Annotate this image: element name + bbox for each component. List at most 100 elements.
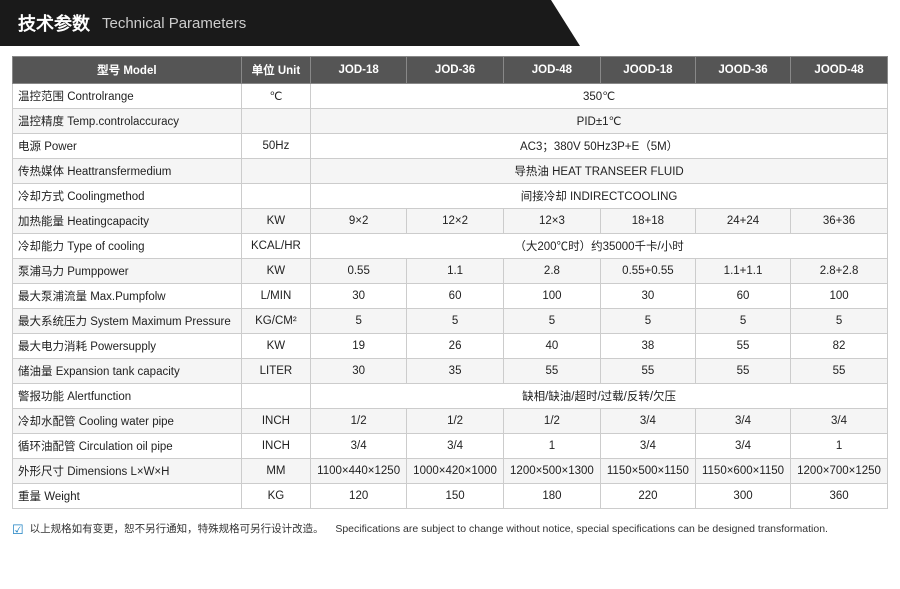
value-cell: 55 — [695, 334, 790, 359]
unit-cell: MM — [241, 459, 310, 484]
unit-cell: KW — [241, 259, 310, 284]
col-header-0: 型号 Model — [13, 57, 242, 84]
value-cell: 40 — [504, 334, 601, 359]
table-row: 冷却水配管 Cooling water pipeINCH1/21/21/23/4… — [13, 409, 888, 434]
table-row: 电源 Power50HzAC3；380V 50Hz3P+E（5M） — [13, 134, 888, 159]
table-row: 加热能量 HeatingcapacityKW9×212×212×318+1824… — [13, 209, 888, 234]
value-cell: 0.55 — [311, 259, 407, 284]
value-cell: 5 — [311, 309, 407, 334]
param-name-cell: 最大系统压力 System Maximum Pressure — [13, 309, 242, 334]
col-header-4: JOD-48 — [504, 57, 601, 84]
table-header-row: 型号 Model单位 UnitJOD-18JOD-36JOD-48JOOD-18… — [13, 57, 888, 84]
value-cell: 1200×500×1300 — [504, 459, 601, 484]
col-header-2: JOD-18 — [311, 57, 407, 84]
value-cell: 18+18 — [600, 209, 695, 234]
value-cell: 5 — [407, 309, 504, 334]
param-name-cell: 储油量 Expansion tank capacity — [13, 359, 242, 384]
value-cell: 3/4 — [695, 434, 790, 459]
unit-cell: ℃ — [241, 84, 310, 109]
value-cell: 38 — [600, 334, 695, 359]
table-row: 温控范围 Controlrange℃350℃ — [13, 84, 888, 109]
param-name-cell: 温控范围 Controlrange — [13, 84, 242, 109]
table-row: 传热媒体 Heattransfermedium导热油 HEAT TRANSEER… — [13, 159, 888, 184]
value-cell: 1 — [504, 434, 601, 459]
parameters-table: 型号 Model单位 UnitJOD-18JOD-36JOD-48JOOD-18… — [12, 56, 888, 509]
value-cell: 1150×600×1150 — [695, 459, 790, 484]
footer: ☑ 以上规格如有变更，恕不另行通知，特殊规格可另行设计改造。 Specifica… — [0, 515, 900, 542]
value-cell: 55 — [791, 359, 888, 384]
unit-cell: L/MIN — [241, 284, 310, 309]
value-cell: 300 — [695, 484, 790, 509]
span-cell: AC3；380V 50Hz3P+E（5M） — [311, 134, 888, 159]
table-row: 冷却能力 Type of coolingKCAL/HR（大200℃时）约3500… — [13, 234, 888, 259]
span-cell: 缺相/缺油/超时/过载/反转/欠压 — [311, 384, 888, 409]
param-name-cell: 电源 Power — [13, 134, 242, 159]
table-row: 最大泵浦流量 Max.PumpfolwL/MIN30601003060100 — [13, 284, 888, 309]
span-cell: （大200℃时）约35000千卡/小时 — [311, 234, 888, 259]
value-cell: 3/4 — [407, 434, 504, 459]
table-row: 储油量 Expansion tank capacityLITER30355555… — [13, 359, 888, 384]
value-cell: 1200×700×1250 — [791, 459, 888, 484]
col-header-1: 单位 Unit — [241, 57, 310, 84]
unit-cell: INCH — [241, 434, 310, 459]
value-cell: 100 — [791, 284, 888, 309]
span-cell: 导热油 HEAT TRANSEER FLUID — [311, 159, 888, 184]
value-cell: 60 — [695, 284, 790, 309]
param-name-cell: 最大电力消耗 Powersupply — [13, 334, 242, 359]
header: 技术参数 Technical Parameters — [0, 0, 900, 46]
value-cell: 2.8+2.8 — [791, 259, 888, 284]
footer-text: 以上规格如有变更，恕不另行通知，特殊规格可另行设计改造。 Specificati… — [30, 521, 828, 536]
value-cell: 55 — [504, 359, 601, 384]
unit-cell — [241, 159, 310, 184]
value-cell: 1/2 — [407, 409, 504, 434]
unit-cell: 50Hz — [241, 134, 310, 159]
col-header-3: JOD-36 — [407, 57, 504, 84]
col-header-6: JOOD-36 — [695, 57, 790, 84]
value-cell: 220 — [600, 484, 695, 509]
info-icon: ☑ — [12, 522, 24, 538]
unit-cell — [241, 184, 310, 209]
value-cell: 3/4 — [791, 409, 888, 434]
param-name-cell: 加热能量 Heatingcapacity — [13, 209, 242, 234]
value-cell: 1/2 — [311, 409, 407, 434]
span-cell: 间接冷却 INDIRECTCOOLING — [311, 184, 888, 209]
unit-cell — [241, 109, 310, 134]
value-cell: 5 — [600, 309, 695, 334]
param-name-cell: 冷却方式 Coolingmethod — [13, 184, 242, 209]
param-name-cell: 循环油配管 Circulation oil pipe — [13, 434, 242, 459]
value-cell: 19 — [311, 334, 407, 359]
value-cell: 1000×420×1000 — [407, 459, 504, 484]
table-row: 警报功能 Alertfunction 缺相/缺油/超时/过载/反转/欠压 — [13, 384, 888, 409]
table-wrap: 型号 Model单位 UnitJOD-18JOD-36JOD-48JOOD-18… — [0, 56, 900, 515]
value-cell: 24+24 — [695, 209, 790, 234]
value-cell: 30 — [311, 284, 407, 309]
unit-cell: KW — [241, 209, 310, 234]
table-row: 外形尺寸 Dimensions L×W×HMM1100×440×12501000… — [13, 459, 888, 484]
param-name-cell: 最大泵浦流量 Max.Pumpfolw — [13, 284, 242, 309]
value-cell: 5 — [791, 309, 888, 334]
table-row: 循环油配管 Circulation oil pipeINCH3/43/413/4… — [13, 434, 888, 459]
unit-cell: LITER — [241, 359, 310, 384]
value-cell: 2.8 — [504, 259, 601, 284]
value-cell: 30 — [600, 284, 695, 309]
unit-cell: KCAL/HR — [241, 234, 310, 259]
value-cell: 3/4 — [600, 409, 695, 434]
value-cell: 30 — [311, 359, 407, 384]
value-cell: 180 — [504, 484, 601, 509]
value-cell: 0.55+0.55 — [600, 259, 695, 284]
unit-cell: KW — [241, 334, 310, 359]
value-cell: 60 — [407, 284, 504, 309]
value-cell: 1.1+1.1 — [695, 259, 790, 284]
param-name-cell: 警报功能 Alertfunction — [13, 384, 242, 409]
value-cell: 26 — [407, 334, 504, 359]
table-row: 最大电力消耗 PowersupplyKW192640385582 — [13, 334, 888, 359]
span-cell: PID±1℃ — [311, 109, 888, 134]
table-row: 最大系统压力 System Maximum PressureKG/CM²5555… — [13, 309, 888, 334]
value-cell: 1.1 — [407, 259, 504, 284]
value-cell: 3/4 — [600, 434, 695, 459]
param-name-cell: 温控精度 Temp.controlaccuracy — [13, 109, 242, 134]
span-cell: 350℃ — [311, 84, 888, 109]
title-zh: 技术参数 — [18, 10, 90, 36]
value-cell: 9×2 — [311, 209, 407, 234]
param-name-cell: 泵浦马力 Pumppower — [13, 259, 242, 284]
